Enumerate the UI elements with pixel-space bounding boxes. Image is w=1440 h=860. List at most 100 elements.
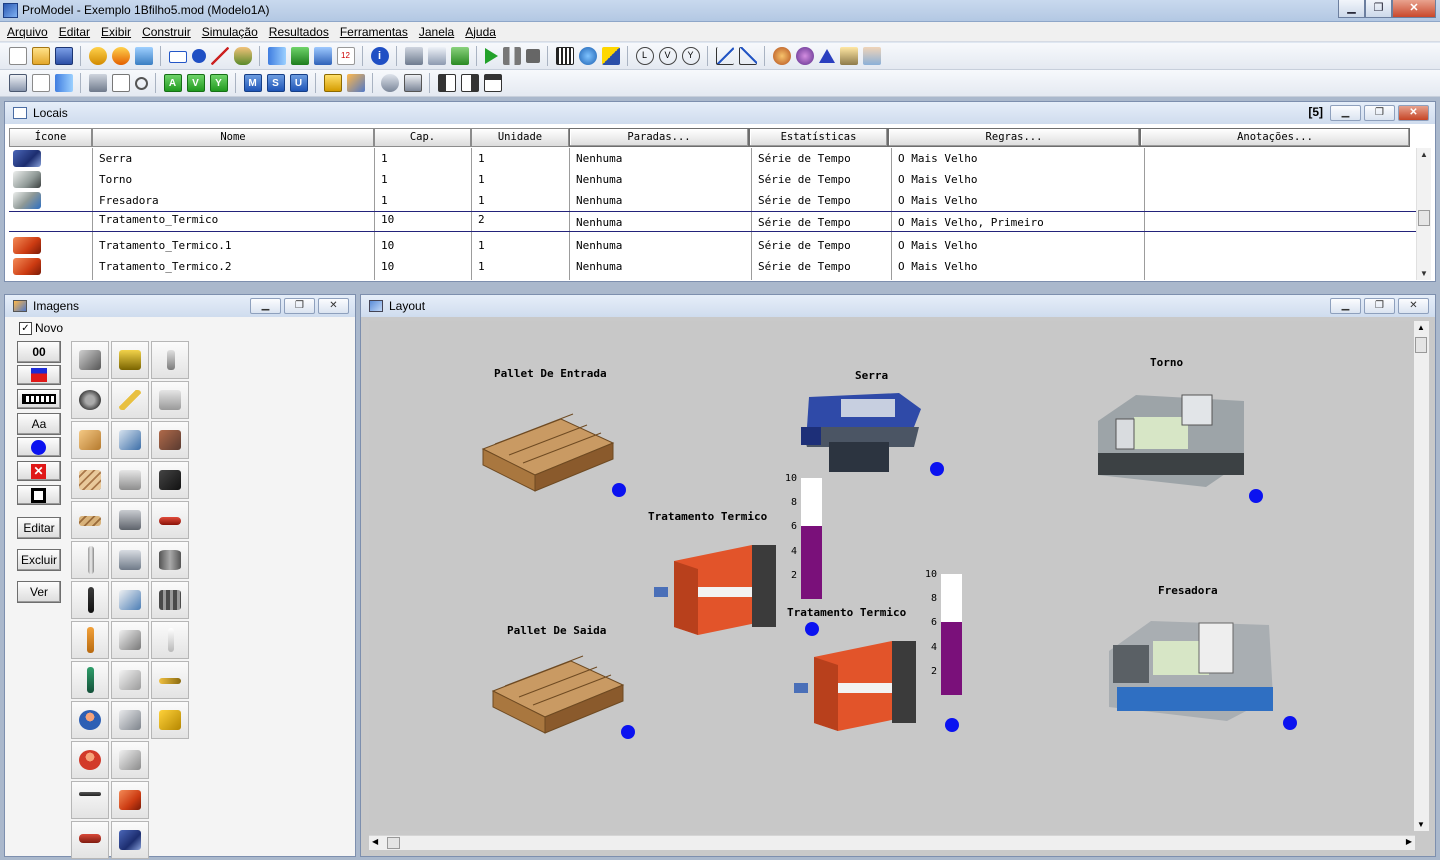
row-paradas[interactable]: Nenhuma bbox=[573, 190, 622, 211]
row-unidade[interactable]: 1 bbox=[475, 235, 485, 256]
library-graphic[interactable] bbox=[111, 621, 149, 659]
toolbar-v-icon[interactable]: V bbox=[186, 74, 205, 92]
scroll-right-icon[interactable]: ▶ bbox=[1406, 837, 1412, 846]
save-icon[interactable] bbox=[54, 47, 73, 65]
library-graphic[interactable] bbox=[71, 421, 109, 459]
table-row[interactable]: Tratamento_Termico.2 10 1 Nenhuma Série … bbox=[9, 256, 1419, 277]
layout-horizontal-scrollbar[interactable]: ◀ ▶ bbox=[369, 835, 1415, 850]
library-graphic[interactable] bbox=[111, 821, 149, 859]
row-cap[interactable]: 10 bbox=[378, 209, 394, 230]
serra-graphic[interactable] bbox=[799, 387, 924, 477]
row-cap[interactable]: 1 bbox=[378, 169, 388, 190]
text-tool-button[interactable]: Aa bbox=[17, 413, 61, 435]
table-row[interactable]: Tratamento_Termico.1 10 1 Nenhuma Série … bbox=[9, 235, 1419, 256]
imagens-restore-button[interactable]: ❐ bbox=[284, 298, 315, 314]
tratamento-termico-2-status-light[interactable] bbox=[945, 718, 959, 732]
variables-icon[interactable]: V bbox=[658, 47, 677, 65]
row-unidade[interactable]: 1 bbox=[475, 190, 485, 211]
row-regras[interactable]: O Mais Velho, Primeiro bbox=[895, 212, 1044, 233]
counter-tool-button[interactable]: 00 bbox=[17, 341, 61, 363]
library-graphic[interactable] bbox=[151, 621, 189, 659]
library-graphic[interactable] bbox=[71, 741, 109, 779]
row-unidade[interactable]: 1 bbox=[475, 169, 485, 190]
pause-icon[interactable] bbox=[502, 47, 521, 65]
estatisticas-button[interactable]: Estatísticas bbox=[749, 128, 888, 147]
stat-fit-icon[interactable] bbox=[795, 47, 814, 65]
library-graphic[interactable] bbox=[111, 421, 149, 459]
region-tool-button[interactable] bbox=[17, 485, 61, 505]
row-cap[interactable]: 10 bbox=[378, 235, 394, 256]
status-light-tool-button[interactable] bbox=[17, 437, 61, 457]
menu-exibir[interactable]: Exibir bbox=[97, 25, 135, 39]
entities-icon[interactable] bbox=[191, 49, 206, 63]
info-icon[interactable]: i bbox=[370, 47, 389, 65]
table-row[interactable]: Torno 1 1 Nenhuma Série de Tempo O Mais … bbox=[9, 169, 1419, 190]
editar-button[interactable]: Editar bbox=[17, 517, 61, 539]
minimize-button[interactable]: ▁ bbox=[1338, 0, 1365, 18]
background-graphics-icon[interactable] bbox=[323, 74, 342, 92]
row-paradas[interactable]: Nenhuma bbox=[573, 212, 622, 233]
locais-close-button[interactable]: ✕ bbox=[1398, 105, 1429, 121]
menu-resultados[interactable]: Resultados bbox=[265, 25, 333, 39]
locais-minimize-button[interactable]: ▁ bbox=[1330, 105, 1361, 121]
row-paradas[interactable]: Nenhuma bbox=[573, 235, 622, 256]
row-regras[interactable]: O Mais Velho bbox=[895, 256, 977, 277]
output-viewer-icon[interactable] bbox=[862, 47, 881, 65]
toolbar-s-icon[interactable]: S bbox=[266, 74, 285, 92]
view-icon[interactable] bbox=[380, 74, 399, 92]
pallet-saida-status-light[interactable] bbox=[621, 725, 635, 739]
library-graphic[interactable] bbox=[151, 661, 189, 699]
toolbar-u-icon[interactable]: U bbox=[289, 74, 308, 92]
animation-icon[interactable] bbox=[601, 47, 620, 65]
row-cap[interactable]: 10 bbox=[378, 256, 394, 277]
layout-close-button[interactable]: ✕ bbox=[1398, 298, 1429, 314]
row-estatisticas[interactable]: Série de Tempo bbox=[755, 169, 851, 190]
library-graphic[interactable] bbox=[111, 701, 149, 739]
row-estatisticas[interactable]: Série de Tempo bbox=[755, 235, 851, 256]
imagens-close-button[interactable]: ✕ bbox=[318, 298, 349, 314]
scroll-up-icon[interactable]: ▲ bbox=[1420, 150, 1428, 159]
library-graphic[interactable] bbox=[111, 341, 149, 379]
toolbar-m-icon[interactable]: M bbox=[243, 74, 262, 92]
library-graphic[interactable] bbox=[151, 381, 189, 419]
resources-icon[interactable] bbox=[233, 47, 252, 65]
windows-icon[interactable] bbox=[427, 47, 446, 65]
locais-restore-button[interactable]: ❐ bbox=[1364, 105, 1395, 121]
pallet-saida-graphic[interactable] bbox=[483, 653, 628, 743]
align-right-icon[interactable] bbox=[460, 74, 479, 92]
novo-checkbox[interactable]: ✓ bbox=[19, 321, 32, 335]
scroll-left-icon[interactable]: ◀ bbox=[372, 837, 378, 846]
row-cap[interactable]: 1 bbox=[378, 190, 388, 211]
speed-icon[interactable] bbox=[555, 47, 574, 65]
serra-status-light[interactable] bbox=[930, 462, 944, 476]
path-networks-icon[interactable] bbox=[210, 47, 229, 65]
library-graphic[interactable] bbox=[111, 741, 149, 779]
processing-icon[interactable] bbox=[267, 47, 286, 65]
menu-editar[interactable]: Editar bbox=[55, 25, 94, 39]
graphics-icon[interactable] bbox=[346, 74, 365, 92]
install-package-icon[interactable] bbox=[134, 47, 153, 65]
library-graphic[interactable] bbox=[111, 381, 149, 419]
table-row[interactable]: Serra 1 1 Nenhuma Série de Tempo O Mais … bbox=[9, 148, 1419, 169]
simulation-options-icon[interactable] bbox=[404, 47, 423, 65]
maximize-button[interactable]: ❐ bbox=[1365, 0, 1392, 18]
conveyor-tool-button[interactable] bbox=[17, 389, 61, 409]
menu-ferramentas[interactable]: Ferramentas bbox=[336, 25, 412, 39]
torno-status-light[interactable] bbox=[1249, 489, 1263, 503]
align-top-icon[interactable] bbox=[483, 74, 502, 92]
row-estatisticas[interactable]: Série de Tempo bbox=[755, 190, 851, 211]
layout-restore-button[interactable]: ❐ bbox=[1364, 298, 1395, 314]
model-package-icon[interactable] bbox=[111, 47, 130, 65]
library-graphic[interactable] bbox=[71, 581, 109, 619]
library-graphic[interactable] bbox=[151, 581, 189, 619]
stop-icon[interactable] bbox=[525, 49, 540, 63]
library-graphic[interactable] bbox=[71, 541, 109, 579]
row-nome[interactable]: Tratamento_Termico.1 bbox=[96, 235, 231, 256]
toolbar-y-icon[interactable]: Y bbox=[209, 74, 228, 92]
optimizer-icon[interactable] bbox=[772, 47, 791, 65]
library-graphic[interactable] bbox=[71, 621, 109, 659]
row-unidade[interactable]: 1 bbox=[475, 256, 485, 277]
imagens-minimize-button[interactable]: ▁ bbox=[250, 298, 281, 314]
fresadora-graphic[interactable] bbox=[1107, 611, 1277, 725]
save-run-icon[interactable] bbox=[450, 47, 469, 65]
